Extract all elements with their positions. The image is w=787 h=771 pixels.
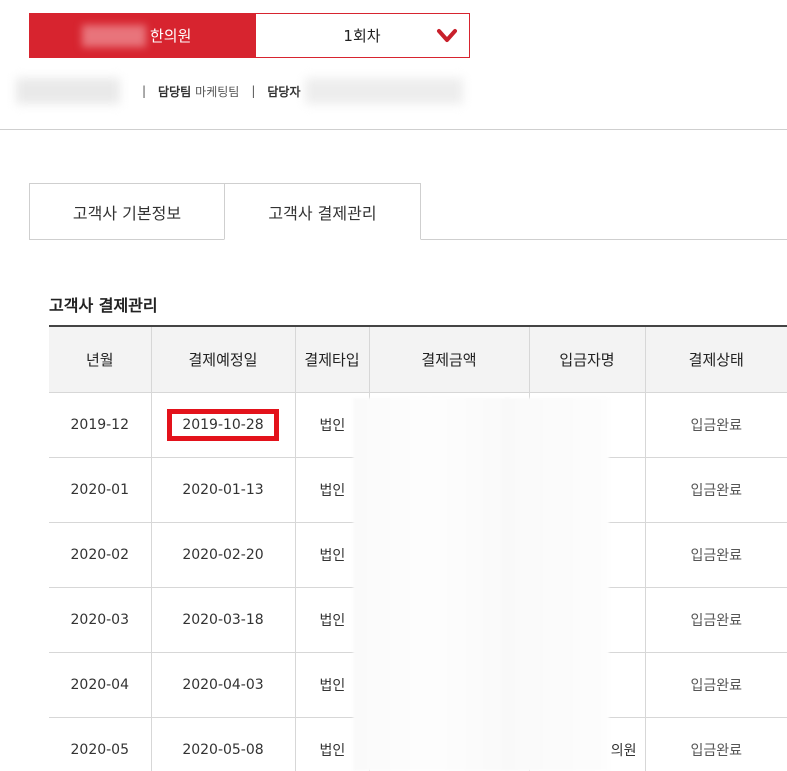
column-header-payment-type: 결제타입 xyxy=(294,325,369,393)
cell-due-date: 2020-01-13 xyxy=(150,457,295,523)
redacted-client-info xyxy=(16,78,120,104)
client-info-line: | 담당팀 마케팅팀 | 담당자 xyxy=(16,76,463,106)
separator: | xyxy=(142,84,147,98)
cell-status: 입금완료 xyxy=(644,717,787,771)
tab-bar: 고객사 기본정보 고객사 결제관리 xyxy=(29,183,787,240)
section-title: 고객사 결제관리 xyxy=(49,296,158,315)
header-divider xyxy=(0,129,787,130)
cell-month: 2020-05 xyxy=(49,717,151,771)
highlighted-due-date: 2019-10-28 xyxy=(167,408,279,441)
column-header-month: 년월 xyxy=(49,325,151,393)
redacted-client-prefix xyxy=(82,25,146,47)
client-name: 한의원 xyxy=(150,27,192,45)
redacted-payment-details xyxy=(353,398,609,771)
column-header-amount: 결제금액 xyxy=(368,325,529,393)
round-dropdown[interactable]: 1회차 xyxy=(256,14,469,57)
cell-status: 입금완료 xyxy=(644,587,787,653)
chevron-down-icon[interactable] xyxy=(436,26,458,46)
client-selector: 한의원 1회차 xyxy=(29,13,470,58)
table-header-row: 년월 결제예정일 결제타입 결제금액 입금자명 결제상태 xyxy=(49,325,787,393)
cell-status: 입금완료 xyxy=(644,652,787,718)
cell-month: 2020-03 xyxy=(49,587,151,653)
cell-due-date: 2020-02-20 xyxy=(150,522,295,588)
redacted-manager-name xyxy=(304,78,463,104)
tab-client-payment-management[interactable]: 고객사 결제관리 xyxy=(224,183,421,240)
team-value: 마케팅팀 xyxy=(195,84,240,99)
team-label: 담당팀 xyxy=(158,84,192,99)
client-name-box: 한의원 xyxy=(30,14,256,57)
cell-month: 2019-12 xyxy=(49,392,151,458)
cell-month: 2020-01 xyxy=(49,457,151,523)
cell-month: 2020-04 xyxy=(49,652,151,718)
cell-due-date: 2020-05-08 xyxy=(150,717,295,771)
cell-due-date: 2019-10-28 xyxy=(150,392,295,458)
manager-label: 담당자 xyxy=(267,84,301,99)
column-header-depositor: 입금자명 xyxy=(528,325,645,393)
cell-status: 입금완료 xyxy=(644,457,787,523)
cell-due-date: 2020-03-18 xyxy=(150,587,295,653)
cell-due-date: 2020-04-03 xyxy=(150,652,295,718)
cell-status: 입금완료 xyxy=(644,522,787,588)
column-header-due-date: 결제예정일 xyxy=(150,325,295,393)
column-header-status: 결제상태 xyxy=(644,325,787,393)
cell-status: 입금완료 xyxy=(644,392,787,458)
tab-client-basic-info[interactable]: 고객사 기본정보 xyxy=(29,183,225,240)
cell-month: 2020-02 xyxy=(49,522,151,588)
separator: | xyxy=(251,84,256,98)
